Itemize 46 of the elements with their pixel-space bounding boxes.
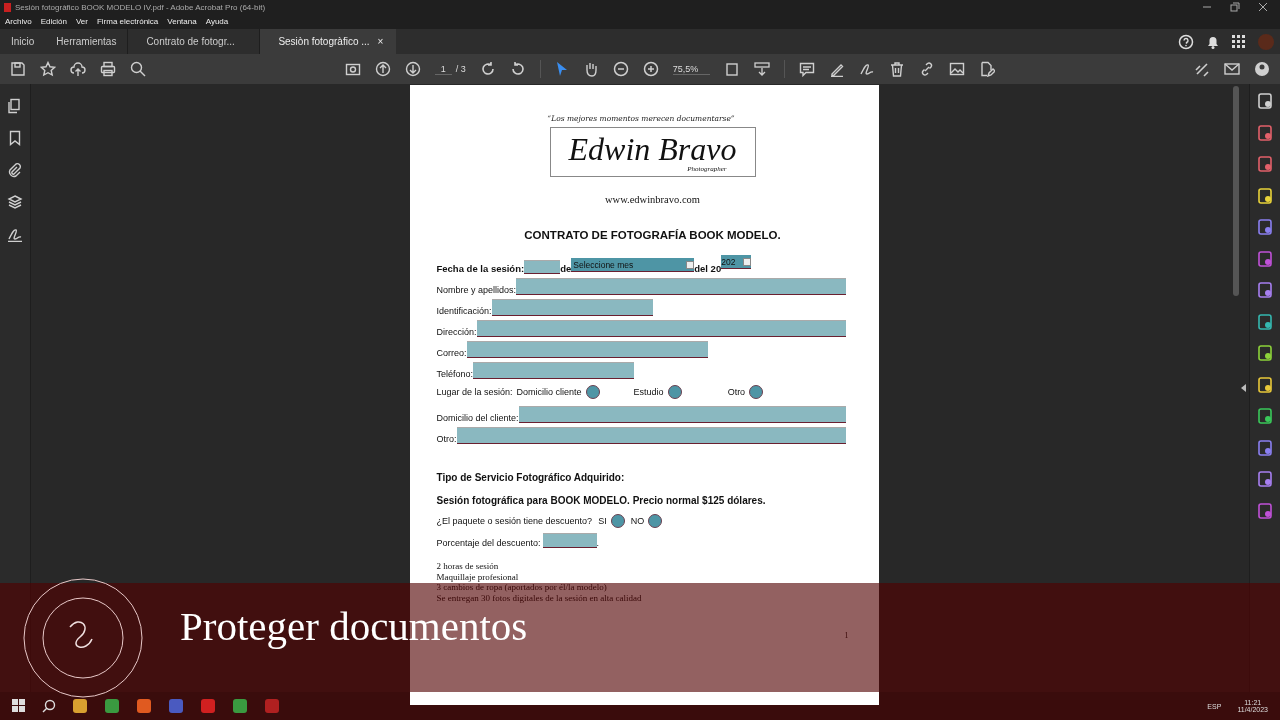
menu-item[interactable]: Edición (40, 17, 67, 26)
option-label: Estudio (633, 386, 664, 397)
field-label: Otro: (436, 434, 457, 444)
close-tab-icon[interactable]: × (377, 36, 384, 47)
menu-item[interactable]: Archivo (5, 17, 32, 26)
period-text: . (596, 538, 600, 548)
field-label: Identificación: (436, 306, 492, 316)
document-title: CONTRATO DE FOTOGRAFÍA BOOK MODELO. (523, 229, 782, 241)
tab[interactable]: Inicio (0, 29, 46, 54)
tab[interactable]: Sesiòn fotogràfico ... × (259, 29, 397, 54)
list-line: 3 cambios de ropa (aportados por él/la modelo) (436, 582, 608, 593)
tab[interactable]: Herramientas (45, 29, 128, 54)
window-title: Sesiòn fotogràfico BOOK MODELO IV.pdf - Adobe Acrobat Pro (64-bit) (15, 2, 267, 12)
list-line: 2 horas de sesión (436, 561, 500, 572)
list-line: Se entregan 30 fotos digitales de la sesión en alta calidad (436, 592, 643, 604)
page-total: / 3 (455, 64, 466, 74)
field-label: Nombre y apellidos: (436, 285, 517, 295)
menu-item[interactable]: Firma electrónica (96, 17, 159, 26)
page-number-field[interactable]: 1 (434, 63, 452, 75)
field-label: del 20 (694, 263, 722, 274)
section-heading: Tipo de Servicio Fotográfico Adquirido: (436, 472, 626, 483)
menu-item[interactable]: Ver (75, 17, 88, 26)
option-label: Otro (727, 386, 746, 397)
field-label: Correo: (436, 348, 467, 358)
field-label: Lugar de la sesión: (436, 386, 513, 397)
question-text: ¿El paquete o sesión tiene descuento? (436, 516, 593, 526)
service-description: Sesión fotográfica para BOOK MODELO. Precio normal $125 dólares. (436, 495, 767, 506)
logo-name: Edwin Bravo (568, 131, 737, 166)
website-text: www.edwinbravo.com (604, 194, 701, 205)
menu-item[interactable]: Ventana (167, 17, 197, 26)
video-caption: Proteger documentos (180, 602, 528, 649)
field-label: Fecha de la sesión: (436, 263, 525, 274)
option-label: Domicilio cliente (516, 386, 582, 397)
page-number: 1 (844, 631, 849, 641)
zoom-dropdown[interactable]: 75,5% (672, 63, 711, 75)
field-label: de (560, 263, 572, 274)
year-dropdown[interactable]: 202 (721, 255, 752, 269)
field-label: Porcentaje del descuento: (436, 538, 541, 548)
list-line: Maquillaje profesional (436, 571, 520, 583)
option-label: SI (598, 516, 607, 526)
month-dropdown[interactable]: Seleccione mes (571, 258, 695, 272)
field-label: Dirección: (436, 327, 477, 337)
field-label: Domicilio del cliente: (436, 413, 519, 423)
menu-item[interactable]: Ayuda (205, 17, 229, 26)
option-label: NO (630, 516, 645, 526)
field-label: Teléfono: (436, 369, 474, 379)
